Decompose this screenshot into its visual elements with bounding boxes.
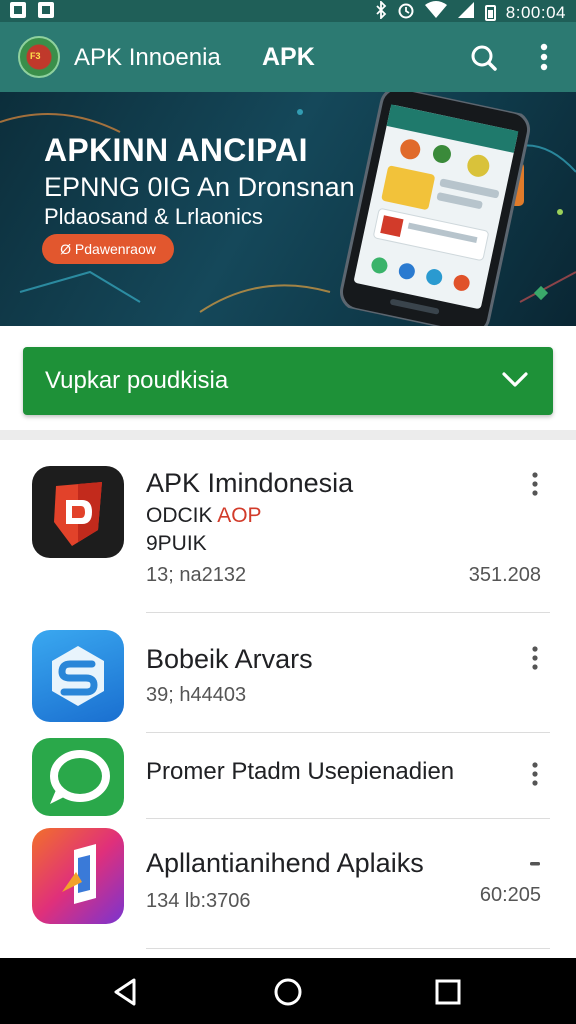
app-category: 9PUIK (146, 532, 207, 555)
notification-icon (10, 2, 26, 18)
app-icon-s (32, 630, 124, 722)
status-time: 8:00:04 (505, 2, 566, 22)
status-notifications (10, 2, 54, 18)
dropdown-label: Vupkar poudkisia (45, 367, 229, 394)
banner-cta-button[interactable]: Ø Pdawenraow (42, 234, 174, 264)
app-icon-chat (32, 738, 124, 816)
app-size: 351.208 (468, 564, 541, 586)
image-notification-icon (38, 2, 54, 18)
list-item[interactable]: APK Imindonesia ODCIK AOP 9PUIK 13; na21… (0, 466, 576, 613)
wifi-icon (424, 1, 447, 24)
category-dropdown[interactable]: Vupkar poudkisia (23, 347, 553, 415)
more-vert-icon[interactable] (526, 470, 544, 498)
bluetooth-icon (375, 0, 387, 24)
app-publisher-accent: AOP (217, 504, 262, 527)
banner-title: APKINN ANCIPAI (44, 132, 308, 168)
app-meta: 39; h44403 (146, 684, 247, 706)
app-logo-text: F3 (30, 51, 41, 61)
signal-icon (457, 1, 475, 24)
banner-tagline: Pldaosand & Lrlaonics (44, 204, 263, 229)
row-divider (146, 612, 550, 613)
search-button[interactable] (468, 42, 500, 74)
back-icon[interactable] (108, 974, 144, 1010)
promo-banner[interactable]: APKINN ANCIPAI EPNNG 0IG An Dronsnan Pld… (0, 92, 576, 326)
more-vert-icon[interactable] (526, 644, 544, 672)
status-bar: 8:00:04 (0, 0, 576, 22)
app-name: APK Imindonesia (146, 468, 354, 498)
banner-subtitle: EPNNG 0IG An Dronsnan (44, 172, 355, 202)
row-divider (146, 732, 550, 733)
more-vert-icon[interactable] (526, 760, 544, 788)
app-name: Apllantianihend Aplaiks (146, 848, 424, 878)
app-meta: 134 lb:3706 (146, 890, 251, 912)
list-item[interactable]: Apllantianihend Aplaiks 134 lb:3706 60:2… (0, 828, 576, 949)
status-icons: 8:00:04 (375, 0, 566, 24)
minus-icon[interactable] (526, 850, 544, 878)
app-name: Bobeik Arvars (146, 644, 313, 674)
app-publisher: ODCIK AOP (146, 504, 262, 528)
row-divider (146, 948, 550, 949)
home-icon[interactable] (270, 974, 306, 1010)
app-icon-d (32, 466, 124, 558)
section-divider (0, 430, 576, 440)
app-icon-a (32, 828, 124, 924)
system-nav-bar (0, 958, 576, 1024)
search-icon (471, 45, 497, 71)
app-publisher-text: ODCIK (146, 504, 218, 527)
app-title: APK Innoenia (74, 44, 221, 71)
recents-icon[interactable] (430, 974, 466, 1010)
app-bar: F3 APK Innoenia APK (0, 22, 576, 92)
alarm-icon (397, 1, 415, 24)
chevron-down-icon (502, 372, 528, 387)
app-name: Promer Ptadm Usepienadien (146, 758, 455, 785)
app-size: 60:205 (479, 884, 541, 906)
list-item[interactable]: Bobeik Arvars 39; h44403 (0, 630, 576, 733)
more-vert-icon (540, 43, 548, 71)
app-meta: 13; na2132 (146, 564, 247, 586)
row-divider (146, 818, 550, 819)
app-subtitle: APK (262, 43, 315, 71)
battery-icon (484, 4, 496, 21)
list-item[interactable]: Promer Ptadm Usepienadien (0, 738, 576, 819)
overflow-menu-button[interactable] (530, 40, 558, 74)
